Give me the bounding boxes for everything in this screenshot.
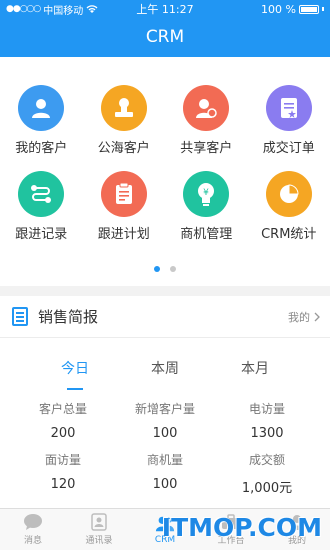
stat-opportunities: 商机量 100	[146, 453, 183, 492]
tab-this-week[interactable]: 本周	[145, 354, 185, 382]
app-my-customers[interactable]: 我的客户	[0, 85, 83, 171]
app-label: 跟进计划	[97, 227, 150, 242]
section-divider	[0, 286, 330, 296]
period-tabs: 今日 本周 本月	[0, 346, 330, 390]
sales-brief-header: 销售简报 我的	[0, 296, 330, 338]
status-time: 上午 11:27	[136, 3, 194, 16]
page-title: CRM	[145, 27, 185, 47]
document-icon	[12, 307, 28, 326]
app-grid: 我的客户 公海客户 共享客户 成交订单 跟进记录 跟进计划 ¥ 商机管理 CRM…	[0, 57, 330, 257]
stat-total-customers: 客户总量 200	[38, 402, 87, 441]
stat-new-customers: 新增客户量 100	[134, 402, 195, 441]
sales-brief-title: 销售简报	[38, 308, 99, 326]
stats-grid: 客户总量 200 新增客户量 100 电访量 1300 面访量 120 商机量 …	[0, 390, 330, 496]
bulb-icon: ¥	[183, 171, 230, 217]
app-public-customers[interactable]: 公海客户	[83, 85, 166, 171]
stat-phone-visits: 电访量 1300	[248, 402, 285, 441]
stat-face-visits: 面访量 120	[44, 453, 81, 492]
app-shared-customers[interactable]: 共享客户	[165, 85, 248, 171]
contacts-book-icon	[89, 513, 109, 531]
app-orders[interactable]: 成交订单	[248, 85, 330, 171]
status-bar: ●●○○○ 中国移动 上午 11:27 100 %	[0, 0, 330, 18]
header: ●●○○○ 中国移动 上午 11:27 100 % CRM	[0, 0, 330, 57]
app-crm-stats[interactable]: CRM统计	[248, 171, 330, 257]
page-indicator[interactable]	[0, 266, 330, 272]
order-icon	[265, 85, 312, 131]
page-dot	[170, 266, 176, 272]
chat-bubble-icon	[23, 513, 43, 531]
app-label: 共享客户	[180, 141, 233, 156]
pie-chart-icon	[265, 171, 312, 217]
chevron-right-icon	[314, 312, 320, 321]
app-label: CRM统计	[261, 227, 317, 242]
svg-text:¥: ¥	[203, 188, 209, 198]
mine-link[interactable]: 我的	[288, 309, 320, 325]
tabbar-contacts[interactable]: 通讯录	[66, 509, 132, 550]
route-icon	[18, 171, 65, 217]
battery-icon	[299, 4, 319, 14]
app-follow-records[interactable]: 跟进记录	[0, 171, 83, 257]
app-label: 公海客户	[97, 141, 150, 156]
clipboard-icon	[100, 171, 147, 217]
watermark: ITMOP.COM	[161, 513, 322, 542]
tab-this-month[interactable]: 本月	[235, 354, 275, 382]
users-share-icon	[183, 85, 230, 131]
tab-today[interactable]: 今日	[55, 354, 95, 382]
app-follow-plan[interactable]: 跟进计划	[83, 171, 166, 257]
app-opportunities[interactable]: ¥ 商机管理	[165, 171, 248, 257]
app-label: 成交订单	[262, 141, 315, 156]
stamp-icon	[100, 85, 147, 131]
user-icon	[18, 85, 65, 131]
app-label: 我的客户	[15, 141, 68, 156]
page-dot-active	[154, 266, 160, 272]
tabbar-messages[interactable]: 消息	[0, 509, 66, 550]
app-label: 跟进记录	[15, 227, 68, 242]
mine-link-label: 我的	[288, 310, 310, 324]
stat-deal-amount: 成交额 1,000元	[241, 453, 293, 496]
app-label: 商机管理	[180, 227, 233, 242]
